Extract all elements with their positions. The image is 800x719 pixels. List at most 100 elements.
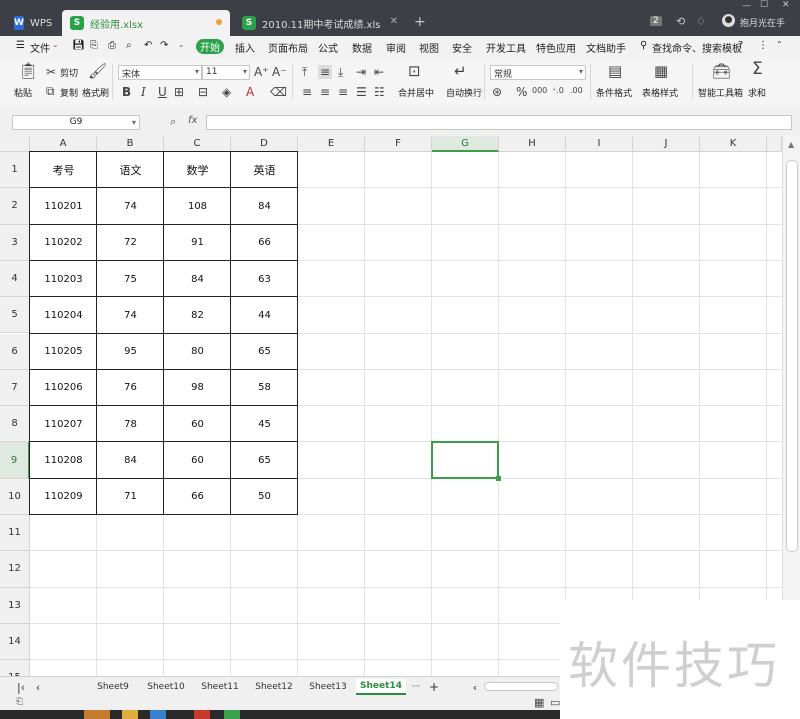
row-header-14[interactable]: 14: [0, 623, 30, 661]
taskbar-app-icon[interactable]: [194, 710, 210, 719]
table-cell[interactable]: 84: [164, 261, 231, 297]
header-cell-b[interactable]: 语文: [97, 152, 164, 188]
font-shrink-icon[interactable]: A⁻: [272, 65, 287, 79]
selected-cell-g9[interactable]: [431, 441, 501, 482]
table-cell[interactable]: 71: [97, 479, 164, 515]
paste-icon[interactable]: 📋︎: [18, 63, 38, 79]
taskbar-app-icon[interactable]: [122, 710, 138, 719]
table-cell[interactable]: 80: [164, 334, 231, 370]
table-cell[interactable]: 91: [164, 225, 231, 261]
table-cell[interactable]: 110202: [30, 225, 97, 261]
align-left-icon[interactable]: ≡: [302, 85, 312, 99]
italic-button[interactable]: I: [141, 85, 146, 99]
decrease-decimal-icon[interactable]: .00: [570, 84, 583, 98]
row-header-7[interactable]: 7: [0, 369, 30, 407]
merge-center-button[interactable]: 合并居中: [398, 86, 434, 99]
table-cell[interactable]: 110203: [30, 261, 97, 297]
table-style-button[interactable]: 表格样式: [642, 86, 678, 99]
collapse-ribbon-icon[interactable]: ⌃: [776, 40, 783, 49]
row-header-15[interactable]: 15: [0, 660, 30, 676]
undo-icon[interactable]: ↶: [144, 40, 152, 51]
macro-record-icon[interactable]: ⎗: [16, 697, 23, 707]
taskbar-app-icon[interactable]: [150, 710, 166, 719]
more-sheets-icon[interactable]: ···: [408, 679, 424, 695]
tab-sheet10[interactable]: Sheet10: [140, 679, 192, 695]
table-cell[interactable]: 110208: [30, 442, 97, 478]
maximize-icon[interactable]: ☐: [760, 0, 768, 10]
scrollbar-thumb[interactable]: [786, 160, 798, 552]
header-cell-a[interactable]: 考号: [30, 152, 97, 188]
increase-decimal-icon[interactable]: ⁺.0: [552, 84, 564, 98]
tab-workbook-2[interactable]: S 2010.11期中考试成绩.xls ✕: [234, 10, 406, 36]
table-cell[interactable]: 65: [231, 442, 298, 478]
tab-data[interactable]: 数据: [352, 40, 372, 55]
hamburger-icon[interactable]: ☰: [16, 40, 25, 51]
hscroll-left-icon[interactable]: ‹: [470, 679, 480, 695]
table-cell[interactable]: 110204: [30, 297, 97, 333]
column-header-c[interactable]: C: [164, 136, 231, 152]
cell-style-icon[interactable]: ⊟: [198, 85, 208, 99]
print-icon[interactable]: ⎙: [108, 40, 116, 51]
sum-button[interactable]: 求和: [748, 86, 766, 99]
column-header-d[interactable]: D: [231, 136, 298, 152]
column-header-f[interactable]: F: [365, 136, 432, 152]
table-cell[interactable]: 82: [164, 297, 231, 333]
table-cell[interactable]: 110201: [30, 188, 97, 224]
select-all-corner[interactable]: [0, 136, 30, 152]
tab-sheet11[interactable]: Sheet11: [194, 679, 246, 695]
table-cell[interactable]: 72: [97, 225, 164, 261]
column-header-i[interactable]: I: [566, 136, 633, 152]
fx-button[interactable]: fx: [188, 115, 197, 126]
column-header-h[interactable]: H: [499, 136, 566, 152]
row-header-2[interactable]: 2: [0, 188, 30, 225]
fill-color-icon[interactable]: ◈: [222, 85, 231, 99]
table-cell[interactable]: 65: [231, 334, 298, 370]
currency-icon[interactable]: ⊛: [492, 85, 502, 99]
table-cell[interactable]: 76: [97, 370, 164, 406]
skin-icon[interactable]: ♢: [696, 15, 706, 28]
prev-sheet-icon[interactable]: ‹: [32, 679, 44, 695]
table-cell[interactable]: 58: [231, 370, 298, 406]
taskbar-app-icon[interactable]: [224, 710, 240, 719]
quick-access-more-icon[interactable]: ⌄: [178, 40, 185, 49]
copy-button[interactable]: 复制: [60, 86, 78, 99]
table-cell[interactable]: 110209: [30, 479, 97, 515]
column-header-k[interactable]: K: [700, 136, 767, 152]
outdent-icon[interactable]: ⇤: [374, 65, 384, 79]
column-header-a[interactable]: A: [30, 136, 97, 152]
row-header-3[interactable]: 3: [0, 224, 30, 261]
table-cell[interactable]: 75: [97, 261, 164, 297]
zoom-search-icon[interactable]: ⌕: [170, 115, 176, 129]
border-icon[interactable]: ⊞: [174, 85, 184, 99]
command-search[interactable]: 查找命令、搜索模板: [652, 40, 742, 55]
row-header-9[interactable]: 9: [0, 442, 30, 479]
add-sheet-button[interactable]: +: [426, 679, 442, 695]
table-cell[interactable]: 60: [164, 442, 231, 478]
tab-sheet9[interactable]: Sheet9: [88, 679, 138, 695]
tab-sheet13[interactable]: Sheet13: [302, 679, 354, 695]
row-header-8[interactable]: 8: [0, 406, 30, 443]
tab-security[interactable]: 安全: [452, 40, 472, 55]
tab-doc-assistant[interactable]: 文档助手: [586, 40, 626, 55]
wps-home-tab[interactable]: W WPS: [6, 10, 58, 36]
wrap-text-button[interactable]: 自动换行: [446, 86, 482, 99]
font-color-icon[interactable]: A: [246, 85, 254, 99]
justify-icon[interactable]: ☰: [356, 85, 367, 99]
smart-toolbox-button[interactable]: 智能工具箱: [698, 86, 743, 99]
header-cell-c[interactable]: 数学: [164, 152, 231, 188]
format-painter-button[interactable]: 格式刷: [82, 86, 109, 99]
format-painter-icon[interactable]: 🖌︎: [88, 64, 107, 79]
tab-formulas[interactable]: 公式: [318, 40, 338, 55]
chevron-down-icon[interactable]: ⌄: [52, 40, 59, 49]
tab-view[interactable]: 视图: [419, 40, 439, 55]
table-cell[interactable]: 110205: [30, 334, 97, 370]
conditional-format-button[interactable]: 条件格式: [596, 86, 632, 99]
scroll-up-icon[interactable]: ▲: [788, 140, 794, 149]
row-header-12[interactable]: 12: [0, 551, 30, 588]
table-cell[interactable]: 63: [231, 261, 298, 297]
close-window-icon[interactable]: ✕: [782, 0, 790, 10]
tab-workbook-active[interactable]: S 经验用.xlsx: [62, 10, 230, 36]
table-cell[interactable]: 44: [231, 297, 298, 333]
table-cell[interactable]: 66: [164, 479, 231, 515]
normal-view-icon[interactable]: ▦: [534, 696, 544, 709]
